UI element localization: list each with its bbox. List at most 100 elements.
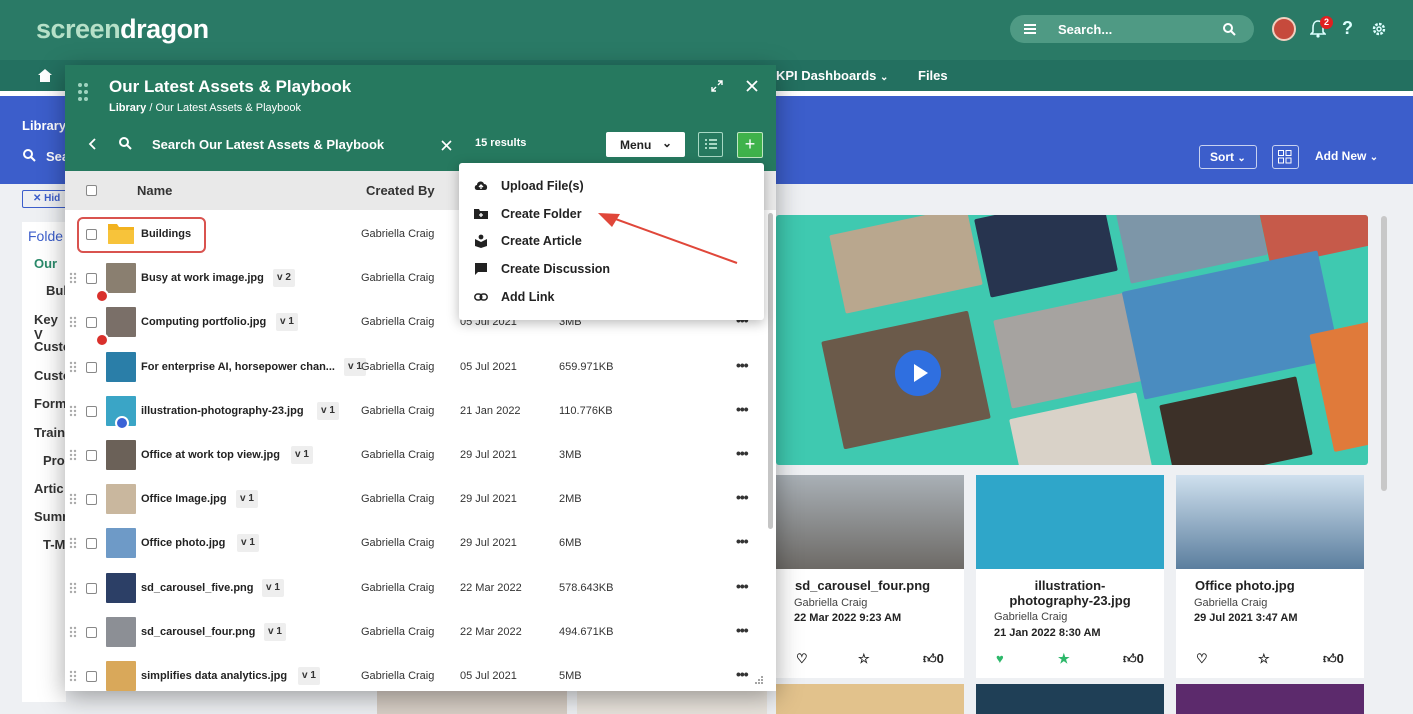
tree-item[interactable]: Pro <box>43 453 65 468</box>
expand-icon[interactable] <box>711 80 723 92</box>
tree-item[interactable]: Form <box>34 396 67 411</box>
resize-handle-icon[interactable] <box>754 675 764 685</box>
close-icon[interactable] <box>746 80 758 92</box>
drag-handle-icon[interactable] <box>69 493 77 505</box>
row-checkbox[interactable] <box>86 273 97 285</box>
list-view-button[interactable] <box>698 132 723 157</box>
tree-item[interactable]: T-M <box>43 537 65 552</box>
hide-button[interactable]: ✕ Hid <box>22 190 70 208</box>
table-row[interactable]: Office at work top view.jpg v 1 Gabriella … <box>65 434 765 478</box>
global-search-input[interactable]: Search... <box>1010 15 1254 43</box>
file-name[interactable]: sd_carousel_five.png <box>141 582 254 594</box>
breadcrumb-library[interactable]: Library <box>109 102 146 114</box>
card-title[interactable]: sd_carousel_four.png <box>776 578 964 593</box>
file-name[interactable]: Office photo.jpg <box>141 537 225 549</box>
row-checkbox[interactable] <box>86 538 97 550</box>
select-all-checkbox[interactable] <box>86 185 97 196</box>
play-button[interactable] <box>895 350 941 396</box>
like-button[interactable]: 👍︎0 <box>923 651 944 667</box>
drag-handle-icon[interactable] <box>69 670 77 682</box>
table-row[interactable]: illustration-photography-23.jpg v 1 Gabrie… <box>65 390 765 434</box>
more-options-icon[interactable]: ••• <box>736 578 749 594</box>
add-new-button[interactable]: Add New ⌄ <box>1305 145 1388 169</box>
column-name[interactable]: Name <box>137 183 172 198</box>
table-row[interactable]: Office photo.jpg v 1 Gabriella Craig 29 Jul… <box>65 522 765 566</box>
more-options-icon[interactable]: ••• <box>736 622 749 638</box>
file-name[interactable]: Office at work top view.jpg <box>141 449 280 461</box>
card-title[interactable]: illustration-photography-23.jpg <box>976 578 1164 608</box>
asset-card[interactable]: Office photo.jpg Gabriella Craig 29 Jul … <box>1176 475 1364 678</box>
drag-handle-icon[interactable] <box>69 626 77 638</box>
folder-search-input[interactable]: Search Our Latest Assets & Playbook <box>152 137 384 152</box>
file-name[interactable]: simplifies data analytics.jpg <box>141 670 287 682</box>
drag-handle-icon[interactable] <box>69 361 77 373</box>
row-checkbox[interactable] <box>86 361 97 373</box>
tree-item[interactable]: Bul <box>46 283 67 298</box>
more-options-icon[interactable]: ••• <box>736 533 749 549</box>
table-row[interactable]: sd_carousel_five.png v 1 Gabriella Craig 22… <box>65 567 765 611</box>
row-checkbox[interactable] <box>86 626 97 638</box>
row-checkbox[interactable] <box>86 582 97 594</box>
like-button[interactable]: 👍︎0 <box>1323 651 1344 667</box>
like-button[interactable]: 👍︎0 <box>1123 651 1144 667</box>
asset-card[interactable]: illustration-photography-23.jpg Gabriell… <box>976 475 1164 678</box>
menu-icon[interactable] <box>1024 24 1036 34</box>
drag-handle-icon[interactable] <box>69 537 77 549</box>
heart-icon[interactable]: ♥ <box>996 651 1004 666</box>
drag-handle-icon[interactable] <box>69 316 77 328</box>
card-title[interactable]: Office photo.jpg <box>1176 578 1364 593</box>
row-checkbox[interactable] <box>86 450 97 461</box>
grid-view-button[interactable] <box>1272 145 1299 169</box>
tree-item[interactable]: Artic <box>34 481 64 496</box>
menu-item-upload[interactable]: Upload File(s) <box>459 172 764 200</box>
more-options-icon[interactable]: ••• <box>736 489 749 505</box>
row-checkbox[interactable] <box>86 671 97 682</box>
asset-card[interactable]: sd_carousel_four.png Gabriella Craig 22 … <box>776 475 964 678</box>
table-row[interactable]: simplifies data analytics.jpg v 1 Gabriell… <box>65 655 765 691</box>
home-icon[interactable] <box>38 69 52 82</box>
file-name[interactable]: For enterprise AI, horsepower chan... <box>141 361 335 373</box>
hero-image[interactable] <box>776 215 1368 465</box>
file-name[interactable]: Busy at work image.jpg <box>141 272 264 284</box>
sort-button[interactable]: Sort ⌄ <box>1199 145 1257 169</box>
row-checkbox[interactable] <box>86 317 97 329</box>
file-name[interactable]: Computing portfolio.jpg <box>141 316 266 328</box>
heart-icon[interactable]: ♡ <box>796 651 808 667</box>
nav-files[interactable]: Files <box>918 68 948 83</box>
user-avatar[interactable] <box>1272 17 1296 41</box>
menu-button[interactable]: Menu ⌄ <box>606 132 685 157</box>
help-icon[interactable]: ? <box>1342 18 1353 39</box>
drag-handle-icon[interactable] <box>69 272 77 284</box>
column-created-by[interactable]: Created By <box>366 183 435 198</box>
page-scrollbar[interactable] <box>1381 216 1387 491</box>
nav-kpi-dashboards[interactable]: KPI Dashboards ⌄ <box>776 68 888 83</box>
clear-search-icon[interactable] <box>441 140 452 151</box>
drag-handle-icon[interactable] <box>69 405 77 417</box>
back-icon[interactable] <box>88 138 96 150</box>
modal-scrollbar[interactable] <box>768 213 773 529</box>
table-row[interactable]: Office Image.jpg v 1 Gabriella Craig 29 Jul… <box>65 478 765 522</box>
add-button[interactable]: + <box>737 132 763 158</box>
star-icon[interactable]: ☆ <box>858 651 870 667</box>
heart-icon[interactable]: ♡ <box>1196 651 1208 667</box>
table-row[interactable]: sd_carousel_four.png v 1 Gabriella Craig 22… <box>65 611 765 655</box>
more-options-icon[interactable]: ••• <box>736 357 749 373</box>
more-options-icon[interactable]: ••• <box>736 445 749 461</box>
file-name[interactable]: sd_carousel_four.png <box>141 626 255 638</box>
row-checkbox[interactable] <box>86 405 97 417</box>
more-options-icon[interactable]: ••• <box>736 666 749 682</box>
drag-handle-icon[interactable] <box>69 582 77 594</box>
drag-handle-icon[interactable] <box>77 82 89 102</box>
tree-item[interactable]: Key V <box>34 312 66 342</box>
star-icon[interactable]: ☆ <box>1258 651 1270 667</box>
file-name[interactable]: illustration-photography-23.jpg <box>141 405 304 417</box>
tree-item[interactable]: Our <box>34 256 57 271</box>
drag-handle-icon[interactable] <box>69 449 77 461</box>
star-icon[interactable]: ★ <box>1058 651 1070 667</box>
menu-item-add-link[interactable]: Add Link <box>459 283 764 311</box>
app-logo[interactable]: screendragon <box>36 14 209 45</box>
tree-item[interactable]: Train <box>34 425 65 440</box>
file-name[interactable]: Office Image.jpg <box>141 493 227 505</box>
gear-icon[interactable] <box>1371 21 1387 37</box>
more-options-icon[interactable]: ••• <box>736 401 749 417</box>
